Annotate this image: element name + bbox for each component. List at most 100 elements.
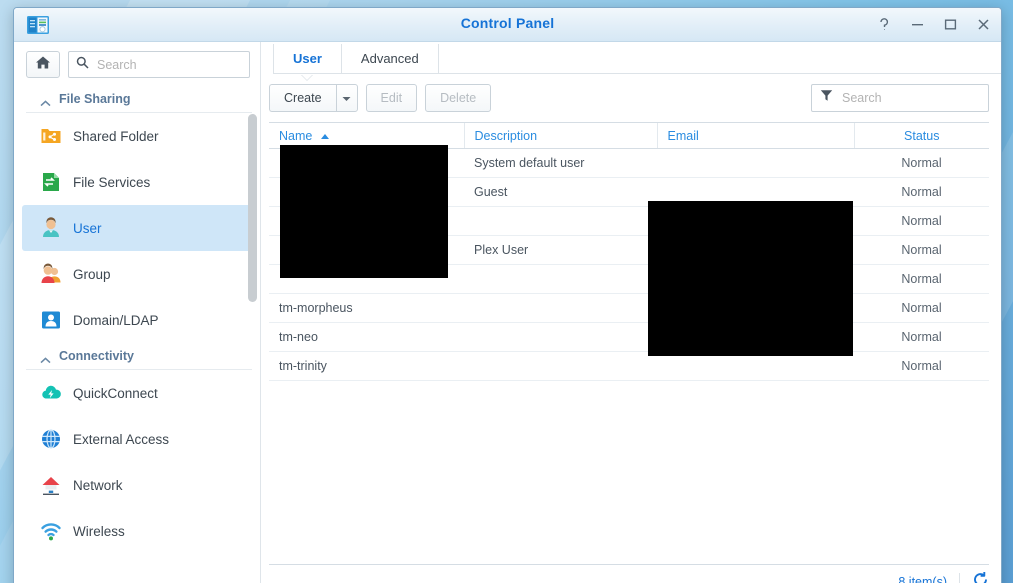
sidebar-item-group[interactable]: Group <box>22 251 252 297</box>
domain-ldap-icon <box>40 309 62 331</box>
maximize-icon[interactable] <box>942 17 958 33</box>
table-row[interactable]: tm-trinity Normal <box>269 352 989 381</box>
sidebar-item-shared-folder[interactable]: Shared Folder <box>22 113 252 159</box>
cell-description <box>464 323 657 352</box>
sidebar-item-external-access[interactable]: External Access <box>22 416 252 462</box>
sidebar-item-label: Network <box>73 478 123 493</box>
cell-description <box>464 352 657 381</box>
column-header-label: Name <box>279 129 312 143</box>
cell-status: Normal <box>854 236 989 265</box>
create-button[interactable]: Create <box>269 84 336 112</box>
wireless-icon <box>40 520 62 542</box>
search-icon <box>76 56 89 74</box>
column-header-status[interactable]: Status <box>854 123 989 149</box>
footer-separator <box>959 573 960 583</box>
redaction-block-email-column <box>648 201 853 356</box>
sort-ascending-icon <box>321 134 329 139</box>
user-icon <box>40 217 62 239</box>
tab-label: Advanced <box>361 51 419 66</box>
sidebar-scrollbar[interactable] <box>248 114 257 302</box>
sidebar-item-network[interactable]: Network <box>22 462 252 508</box>
cell-status: Normal <box>854 352 989 381</box>
home-button[interactable] <box>26 51 60 78</box>
sidebar-item-label: Shared Folder <box>73 129 159 144</box>
control-panel-window: Control Panel <box>13 7 1002 583</box>
sidebar-item-user[interactable]: User <box>22 205 252 251</box>
cell-description <box>464 207 657 236</box>
cell-description: System default user <box>464 149 657 178</box>
create-dropdown-button[interactable] <box>336 84 358 112</box>
table-footer: 8 item(s) <box>269 564 989 583</box>
window-controls <box>876 8 991 41</box>
sidebar-search-input[interactable] <box>95 57 242 73</box>
minimize-icon[interactable] <box>909 17 925 33</box>
cell-name: tm-morpheus <box>269 294 464 323</box>
sidebar: File Sharing Shared Folder <box>14 42 261 583</box>
cell-status: Normal <box>854 265 989 294</box>
toolbar: Create Edit Delete <box>261 74 1001 122</box>
chevron-up-icon <box>40 353 51 360</box>
close-icon[interactable] <box>975 17 991 33</box>
external-access-icon <box>40 428 62 450</box>
cell-description <box>464 265 657 294</box>
main-panel: User Advanced Create Edit <box>261 42 1001 583</box>
tab-bar: User Advanced <box>261 42 1001 74</box>
tab-user[interactable]: User <box>273 44 342 74</box>
delete-button[interactable]: Delete <box>425 84 491 112</box>
table-row[interactable]: tm-morpheus Normal <box>269 294 989 323</box>
cell-status: Normal <box>854 323 989 352</box>
redaction-block-name-column <box>280 145 448 278</box>
sidebar-item-domain-ldap[interactable]: Domain/LDAP <box>22 297 252 343</box>
column-header-description[interactable]: Description <box>464 123 657 149</box>
home-icon <box>35 55 51 75</box>
user-table-container: Name Description Email Status System def… <box>269 122 989 564</box>
file-services-icon <box>40 171 62 193</box>
user-filter-box[interactable] <box>811 84 989 112</box>
user-filter-input[interactable] <box>840 90 980 106</box>
cell-status: Normal <box>854 207 989 236</box>
sidebar-group-label: File Sharing <box>59 92 131 106</box>
cell-email <box>657 149 854 178</box>
cell-description <box>464 294 657 323</box>
cell-status: Normal <box>854 178 989 207</box>
sidebar-top-bar <box>14 42 260 86</box>
sidebar-search-box[interactable] <box>68 51 250 78</box>
sidebar-group-file-sharing[interactable]: File Sharing <box>26 86 252 113</box>
sidebar-item-file-services[interactable]: File Services <box>22 159 252 205</box>
tab-label: User <box>293 51 322 66</box>
cell-name: tm-neo <box>269 323 464 352</box>
item-count-label: 8 item(s) <box>898 575 947 583</box>
refresh-icon <box>972 571 989 583</box>
sidebar-item-label: User <box>73 221 102 236</box>
sidebar-item-label: External Access <box>73 432 169 447</box>
help-icon[interactable] <box>876 17 892 33</box>
sidebar-item-quickconnect[interactable]: QuickConnect <box>22 370 252 416</box>
edit-button[interactable]: Edit <box>366 84 418 112</box>
cell-name: tm-trinity <box>269 352 464 381</box>
refresh-button[interactable] <box>972 571 989 583</box>
cell-status: Normal <box>854 149 989 178</box>
chevron-up-icon <box>40 96 51 103</box>
shared-folder-icon <box>40 125 62 147</box>
sidebar-item-wireless[interactable]: Wireless <box>22 508 252 554</box>
cell-status: Normal <box>854 294 989 323</box>
sidebar-item-label: QuickConnect <box>73 386 158 401</box>
cell-description: Plex User <box>464 236 657 265</box>
window-title: Control Panel <box>14 15 1001 31</box>
create-split-button: Create <box>269 84 358 112</box>
column-header-email[interactable]: Email <box>657 123 854 149</box>
title-bar[interactable]: Control Panel <box>14 8 1001 42</box>
sidebar-group-label: Connectivity <box>59 349 134 363</box>
tab-advanced[interactable]: Advanced <box>342 44 439 74</box>
tab-underline <box>273 73 1001 74</box>
filter-icon <box>820 89 833 107</box>
sidebar-item-label: Domain/LDAP <box>73 313 159 328</box>
table-row[interactable]: tm-neo Normal <box>269 323 989 352</box>
quickconnect-icon <box>40 382 62 404</box>
chevron-down-icon <box>342 89 351 107</box>
cell-description: Guest <box>464 178 657 207</box>
tab-active-pointer <box>301 74 313 80</box>
sidebar-item-label: Group <box>73 267 111 282</box>
network-icon <box>40 474 62 496</box>
sidebar-group-connectivity[interactable]: Connectivity <box>26 343 252 370</box>
